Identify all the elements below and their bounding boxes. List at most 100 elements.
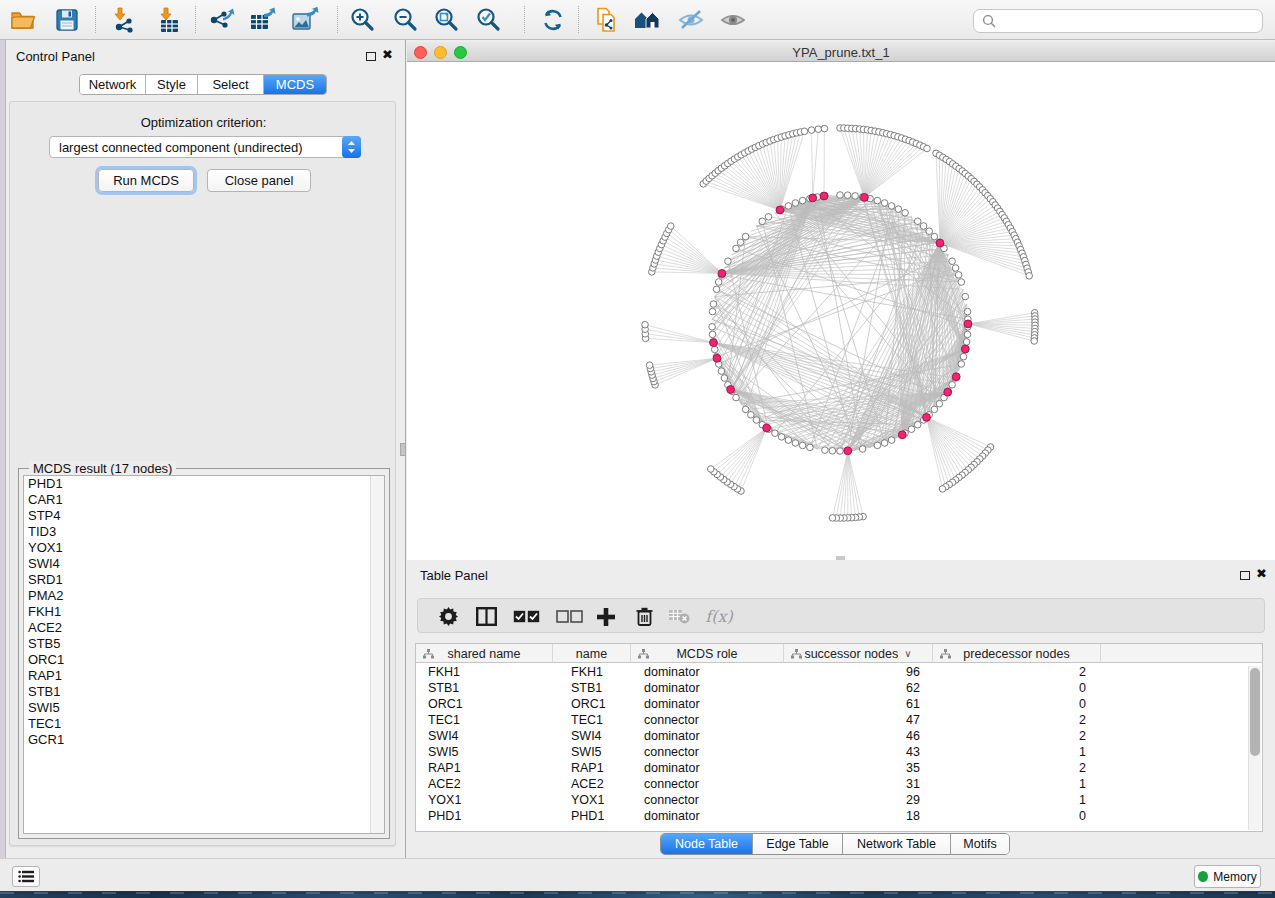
table-row[interactable]: STB1STB1dominator620 <box>416 680 1262 696</box>
column-header-name[interactable]: name <box>553 644 631 663</box>
mcds-result-title: MCDS result (17 nodes) <box>29 461 176 476</box>
cell: 29 <box>784 792 933 808</box>
column-header-MCDS-role[interactable]: MCDS role <box>631 644 784 663</box>
refresh-icon[interactable] <box>536 5 570 35</box>
mcds-result-item[interactable]: CAR1 <box>24 492 384 508</box>
mcds-result-item[interactable]: STB5 <box>24 636 384 652</box>
deselect-all-icon[interactable] <box>553 599 585 634</box>
mcds-result-item[interactable]: STP4 <box>24 508 384 524</box>
delete-column-icon[interactable] <box>629 599 659 634</box>
cell: 35 <box>784 760 933 776</box>
column-header-predecessor-nodes[interactable]: predecessor nodes <box>933 644 1101 663</box>
table-row[interactable]: ACE2ACE2connector311 <box>416 776 1262 792</box>
import-table-icon[interactable] <box>152 5 186 35</box>
clone-network-icon[interactable] <box>590 5 624 35</box>
cell: 2 <box>933 760 1101 776</box>
tab-node-table[interactable]: Node Table <box>661 834 753 854</box>
float-panel-icon[interactable] <box>366 52 376 61</box>
tab-select[interactable]: Select <box>198 75 264 94</box>
node-table-header: shared namenameMCDS rolesuccessor nodes∨… <box>416 644 1262 663</box>
table-row[interactable]: TEC1TEC1connector472 <box>416 712 1262 728</box>
mcds-result-group: MCDS result (17 nodes) PHD1CAR1STP4TID3Y… <box>18 468 390 839</box>
zoom-fit-icon[interactable] <box>430 5 464 35</box>
memory-button[interactable]: Memory <box>1194 865 1261 888</box>
tab-network-table[interactable]: Network Table <box>843 834 951 854</box>
cell: dominator <box>631 760 784 776</box>
hide-selected-icon[interactable] <box>674 5 708 35</box>
table-row[interactable]: SWI4SWI4dominator462 <box>416 728 1262 744</box>
mcds-result-item[interactable]: YOX1 <box>24 540 384 556</box>
table-scrollbar-thumb[interactable] <box>1250 668 1260 756</box>
close-table-panel-icon[interactable]: ✖ <box>1256 566 1267 581</box>
mcds-result-item[interactable]: PHD1 <box>24 476 384 492</box>
cell: 47 <box>784 712 933 728</box>
tab-edge-table[interactable]: Edge Table <box>753 834 843 854</box>
table-row[interactable]: RAP1RAP1dominator352 <box>416 760 1262 776</box>
mcds-list-scrollbar[interactable] <box>370 476 384 833</box>
table-row[interactable]: PHD1PHD1dominator180 <box>416 808 1262 824</box>
zoom-in-icon[interactable] <box>346 5 380 35</box>
add-column-icon[interactable] <box>591 599 621 634</box>
close-panel-button[interactable]: Close panel <box>207 169 311 192</box>
panel-splitter-handle[interactable] <box>400 443 406 456</box>
criterion-dropdown[interactable]: largest connected component (undirected) <box>49 136 361 158</box>
cell: 0 <box>933 680 1101 696</box>
table-row[interactable]: FKH1FKH1dominator962 <box>416 664 1262 680</box>
cell: 46 <box>784 728 933 744</box>
export-image-icon[interactable] <box>288 5 322 35</box>
cell: 62 <box>784 680 933 696</box>
column-header-successor-nodes[interactable]: successor nodes∨ <box>784 644 933 663</box>
column-header-empty <box>1101 644 1262 663</box>
network-canvas[interactable] <box>407 63 1275 560</box>
mcds-result-item[interactable]: PMA2 <box>24 588 384 604</box>
table-panel-tabs: Node TableEdge TableNetwork TableMotifs <box>660 833 1010 855</box>
function-builder-icon[interactable]: f(x) <box>701 599 737 634</box>
zoom-out-icon[interactable] <box>389 5 423 35</box>
mcds-result-list: PHD1CAR1STP4TID3YOX1SWI4SRD1PMA2FKH1ACE2… <box>23 475 385 834</box>
first-neighbors-icon[interactable] <box>631 5 665 35</box>
table-row[interactable]: SWI5SWI5connector431 <box>416 744 1262 760</box>
task-history-button[interactable] <box>12 866 40 887</box>
save-session-icon[interactable] <box>50 5 84 35</box>
network-window-titlebar[interactable]: YPA_prune.txt_1 <box>407 42 1275 62</box>
column-header-shared-name[interactable]: shared name <box>416 644 553 663</box>
table-row[interactable]: YOX1YOX1connector291 <box>416 792 1262 808</box>
export-table-icon[interactable] <box>246 5 280 35</box>
mcds-result-item[interactable]: FKH1 <box>24 604 384 620</box>
tab-style[interactable]: Style <box>146 75 198 94</box>
mcds-result-item[interactable]: ACE2 <box>24 620 384 636</box>
open-file-icon[interactable] <box>6 5 40 35</box>
table-settings-icon[interactable] <box>433 599 463 634</box>
zoom-selected-icon[interactable] <box>472 5 506 35</box>
float-table-panel-icon[interactable] <box>1240 571 1250 580</box>
search-input[interactable] <box>973 9 1263 33</box>
select-all-icon[interactable] <box>510 599 542 634</box>
mcds-result-item[interactable]: TID3 <box>24 524 384 540</box>
cell: SWI5 <box>416 744 553 760</box>
mcds-result-item[interactable]: STB1 <box>24 684 384 700</box>
cell: dominator <box>631 808 784 824</box>
mcds-result-item[interactable]: SRD1 <box>24 572 384 588</box>
mcds-result-item[interactable]: GCR1 <box>24 732 384 748</box>
cell: dominator <box>631 680 784 696</box>
show-column-icon[interactable] <box>471 599 501 634</box>
show-all-icon[interactable] <box>716 5 750 35</box>
cell: STB1 <box>416 680 553 696</box>
close-panel-icon[interactable]: ✖ <box>382 47 393 62</box>
run-mcds-button[interactable]: Run MCDS <box>98 169 194 192</box>
delete-table-icon[interactable] <box>664 599 694 634</box>
tab-motifs[interactable]: Motifs <box>951 834 1009 854</box>
mcds-result-item[interactable]: SWI4 <box>24 556 384 572</box>
tab-mcds[interactable]: MCDS <box>264 75 326 94</box>
mcds-result-item[interactable]: RAP1 <box>24 668 384 684</box>
mcds-result-item[interactable]: ORC1 <box>24 652 384 668</box>
table-scrollbar[interactable] <box>1248 666 1261 830</box>
network-window-title: YPA_prune.txt_1 <box>407 45 1275 60</box>
mcds-result-item[interactable]: SWI5 <box>24 700 384 716</box>
export-network-icon[interactable] <box>204 5 238 35</box>
mcds-result-item[interactable]: TEC1 <box>24 716 384 732</box>
cell: RAP1 <box>416 760 553 776</box>
tab-network[interactable]: Network <box>80 75 146 94</box>
table-row[interactable]: ORC1ORC1dominator610 <box>416 696 1262 712</box>
import-network-icon[interactable] <box>106 5 140 35</box>
